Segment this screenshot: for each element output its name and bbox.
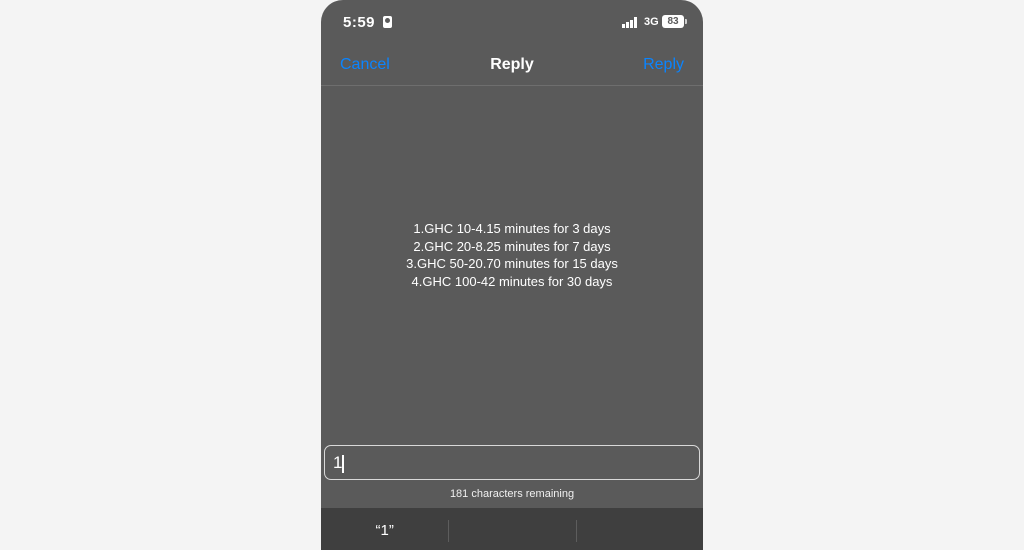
network-type: 3G bbox=[644, 16, 659, 28]
text-caret bbox=[342, 454, 344, 473]
message-line: 4.GHC 100-42 minutes for 30 days bbox=[411, 273, 613, 289]
ussd-message: 1.GHC 10-4.15 minutes for 3 days 2.GHC 2… bbox=[321, 220, 703, 290]
nav-bar: Cancel Reply Reply bbox=[321, 44, 703, 86]
phone-screen: 5:59 3G 83 Cancel Reply Reply 1.GHC 10-4… bbox=[321, 0, 703, 550]
reply-input-value: 1 bbox=[333, 453, 343, 472]
battery-icon: 83 bbox=[662, 15, 687, 28]
keyboard-suggestion-bar: “1” bbox=[321, 508, 703, 550]
message-line: 2.GHC 20-8.25 minutes for 7 days bbox=[413, 238, 611, 254]
suggestion-item[interactable] bbox=[575, 508, 703, 550]
status-time: 5:59 bbox=[343, 14, 376, 31]
characters-remaining: 181 characters remaining bbox=[449, 488, 575, 500]
reply-input[interactable]: 1 bbox=[324, 445, 700, 480]
contact-card-icon bbox=[383, 16, 392, 28]
reply-button[interactable]: Reply bbox=[643, 56, 684, 74]
message-line: 1.GHC 10-4.15 minutes for 3 days bbox=[413, 221, 611, 236]
suggestion-item[interactable]: “1” bbox=[321, 508, 448, 550]
message-line: 3.GHC 50-20.70 minutes for 15 days bbox=[406, 256, 618, 272]
suggestion-item[interactable] bbox=[448, 508, 575, 550]
status-bar: 5:59 3G 83 bbox=[321, 0, 703, 44]
cellular-signal-icon bbox=[622, 17, 640, 28]
